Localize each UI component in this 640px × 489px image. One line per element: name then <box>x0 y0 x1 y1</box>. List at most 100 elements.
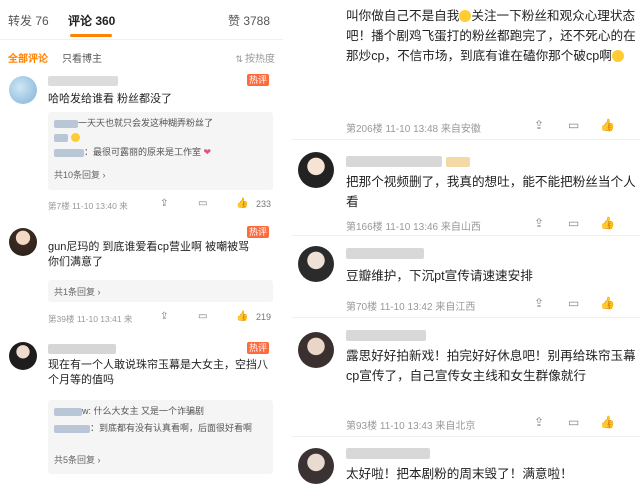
avatar[interactable] <box>9 342 37 370</box>
reply-line: ：到底都有没有认真看啊，后面很好看啊 <box>54 422 264 434</box>
username[interactable] <box>48 76 118 86</box>
share-icon[interactable]: ⇪ <box>534 415 544 429</box>
reply-username <box>54 424 90 433</box>
avatar[interactable] <box>298 246 334 282</box>
comment-item: 把那个视频删了，我真的想吐，能不能把粉丝当个人看 第166楼 11-10 13:… <box>292 146 640 236</box>
comment-meta: 第93楼 11-10 13:43 来自北京 <box>346 421 476 432</box>
thumbs-up-icon[interactable]: 👍 <box>600 415 615 429</box>
smile-emoji-icon <box>70 133 80 142</box>
username[interactable] <box>48 344 116 354</box>
comment-actions: ⇪ ▭ 👍 <box>534 216 638 232</box>
comment-actions: ⇪ ▭ 👍 <box>534 415 638 431</box>
reply-preview-box[interactable]: 一天天也就只会发这种糊弄粉丝了 ：最很可露丽的原来是工作室 ❤ 共10条回复 › <box>48 112 273 190</box>
comment-icon[interactable]: ▭ <box>568 118 579 132</box>
comment-item: 豆瓣维护，下沉pt宣传请速速安排 第70楼 11-10 13:42 来自江西 ⇪… <box>292 240 640 318</box>
reply-preview-box[interactable]: w: 什么大女主 又是一个诈骗剧 ：到底都有没有认真看啊，后面很好看啊 共5条回… <box>48 400 273 474</box>
comment-filter-bar: 全部评论 只看博主 ⇅ 按热度 <box>0 47 283 65</box>
hot-comment-badge: 热评 <box>246 342 269 354</box>
hot-comment-badge: 热评 <box>246 226 269 238</box>
comment-item: 太好啦！把本剧粉的周末毁了！满意啦！ <box>292 442 640 489</box>
reply-line: w: 什么大女主 又是一个诈骗剧 <box>54 405 204 417</box>
username[interactable] <box>346 248 424 259</box>
comment-item: 露思好好拍新戏！拍完好好休息吧！别再给珠帘玉幕cp宣传了，自己宣传女主线和女生群… <box>292 322 640 437</box>
comment-meta: 第7楼 11-10 13:40 来 <box>48 201 128 211</box>
left-screenshot-panel: 转发 76 评论 360 赞 3788 全部评论 只看博主 ⇅ 按热度 热评 哈哈… <box>0 0 283 489</box>
divider <box>292 235 640 236</box>
comment-text: 哈哈发给谁看 粉丝都没了 <box>48 93 173 105</box>
filter-blogger-only[interactable]: 只看博主 <box>62 50 102 65</box>
more-replies-link[interactable]: 共5条回复 › <box>54 453 101 466</box>
divider <box>292 317 640 318</box>
reply-preview-box[interactable]: 共1条回复 › <box>48 280 273 302</box>
comment-icon[interactable]: ▭ <box>568 296 579 310</box>
avatar[interactable] <box>298 332 334 368</box>
comment-text: 现在有一个人敢说珠帘玉幕是大女主，空挡八个月等的值吗 <box>48 359 268 386</box>
username[interactable] <box>346 156 442 167</box>
embarrassed-emoji-icon <box>459 10 472 22</box>
user-tag-badge <box>446 157 470 167</box>
comment-actions: ⇪ ▭ 👍 <box>534 118 638 134</box>
hot-comment-badge: 热评 <box>246 74 269 86</box>
comment-item: 热评 gun尼玛的 到底谁爱看cp营业啊 被嘲被骂你们满意了 共1条回复 › 第… <box>0 222 283 327</box>
comment-icon[interactable]: ▭ <box>568 415 579 429</box>
reply-username <box>54 407 82 416</box>
comment-meta: 第39楼 11-10 13:41 来 <box>48 314 133 324</box>
reply-username <box>54 148 84 157</box>
sort-label: 按热度 <box>245 54 275 65</box>
comment-text: gun尼玛的 到底谁爱看cp营业啊 被嘲被骂你们满意了 <box>48 241 250 268</box>
more-replies-link[interactable]: 共1条回复 › <box>54 285 101 298</box>
right-screenshot-panel: 叫你做自己不是自我 关注一下粉丝和观众心理状态吧！播个剧鸡飞蛋打的粉丝都跑完了，还… <box>292 0 640 489</box>
comment-actions: ⇪ ▭ 👍 219 <box>160 311 280 325</box>
active-tab-indicator <box>70 34 112 37</box>
avatar[interactable] <box>298 152 334 188</box>
reply-line-emoji <box>54 131 80 143</box>
share-icon[interactable]: ⇪ <box>534 118 544 132</box>
comment-text: 叫你做自己不是自我 关注一下粉丝和观众心理状态吧！播个剧鸡飞蛋打的粉丝都跑完了，还… <box>346 9 636 63</box>
comment-text: 太好啦！把本剧粉的周末毁了！满意啦！ <box>346 467 573 481</box>
comment-icon[interactable]: ▭ <box>198 198 207 209</box>
share-icon[interactable]: ⇪ <box>534 296 544 310</box>
panel-divider <box>283 0 292 489</box>
comment-text: 露思好好拍新戏！拍完好好休息吧！别再给珠帘玉幕cp宣传了，自己宣传女主线和女生群… <box>346 349 636 383</box>
thumbs-up-icon[interactable]: 👍 <box>236 198 248 209</box>
share-icon[interactable]: ⇪ <box>160 311 168 322</box>
username[interactable] <box>346 448 430 459</box>
comment-item: 叫你做自己不是自我 关注一下粉丝和观众心理状态吧！播个剧鸡飞蛋打的粉丝都跑完了，还… <box>292 0 640 140</box>
tab-likes[interactable]: 赞 3788 <box>228 12 270 29</box>
divider <box>292 436 640 437</box>
laugh-cry-emoji-icon <box>611 50 624 62</box>
tab-reposts[interactable]: 转发 76 <box>8 12 49 29</box>
comment-meta: 第206楼 11-10 13:48 来自安徽 <box>346 124 481 135</box>
sort-icon: ⇅ <box>235 54 243 64</box>
comment-meta: 第166楼 11-10 13:46 来自山西 <box>346 222 481 233</box>
thumbs-up-icon[interactable]: 👍 <box>236 311 248 322</box>
thumbs-up-icon[interactable]: 👍 <box>600 216 615 230</box>
share-icon[interactable]: ⇪ <box>160 198 168 209</box>
comment-actions: ⇪ ▭ 👍 <box>534 296 638 312</box>
reply-line: ：最很可露丽的原来是工作室 ❤ <box>54 146 211 158</box>
more-replies-link[interactable]: 共10条回复 › <box>54 168 106 181</box>
avatar[interactable] <box>9 228 37 256</box>
like-count: 233 <box>256 199 272 209</box>
comment-text: 豆瓣维护，下沉pt宣传请速速安排 <box>346 269 533 283</box>
comment-icon[interactable]: ▭ <box>568 216 579 230</box>
reply-line: 一天天也就只会发这种糊弄粉丝了 <box>54 117 213 129</box>
divider <box>292 139 640 140</box>
thumbs-up-icon[interactable]: 👍 <box>600 296 615 310</box>
username[interactable] <box>346 330 426 341</box>
reply-username <box>54 119 78 128</box>
tab-bar: 转发 76 评论 360 赞 3788 <box>0 0 283 40</box>
share-icon[interactable]: ⇪ <box>534 216 544 230</box>
comment-item: 热评 现在有一个人敢说珠帘玉幕是大女主，空挡八个月等的值吗 w: 什么大女主 又… <box>0 338 283 489</box>
like-count: 219 <box>256 312 272 322</box>
avatar[interactable] <box>298 448 334 484</box>
sort-by-heat[interactable]: ⇅ 按热度 <box>235 50 275 65</box>
comment-icon[interactable]: ▭ <box>198 311 207 322</box>
thumbs-up-icon[interactable]: 👍 <box>600 118 615 132</box>
avatar[interactable] <box>9 76 37 104</box>
comment-item: 热评 哈哈发给谁看 粉丝都没了 一天天也就只会发这种糊弄粉丝了 ：最很可露丽的原… <box>0 70 283 215</box>
tab-comments[interactable]: 评论 360 <box>68 12 115 29</box>
filter-all-comments[interactable]: 全部评论 <box>8 50 48 65</box>
comment-actions: ⇪ ▭ 👍 233 <box>160 198 280 212</box>
comment-text: 把那个视频删了，我真的想吐，能不能把粉丝当个人看 <box>346 175 636 209</box>
